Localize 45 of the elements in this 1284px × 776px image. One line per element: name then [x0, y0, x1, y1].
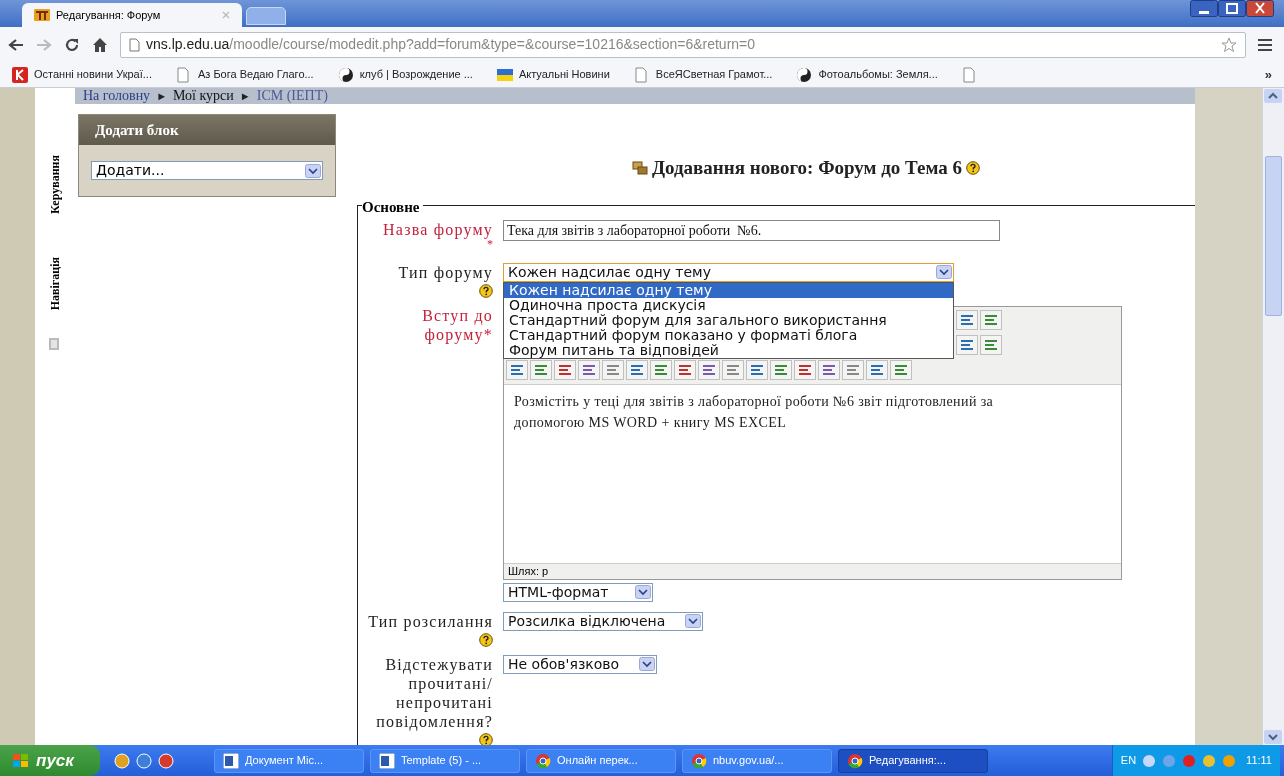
taskbar-button[interactable]: Онлайн перек...	[526, 748, 676, 773]
clock: 11:11	[1246, 753, 1272, 769]
bookmark-item[interactable]: ВсеЯСветная Грамот...	[629, 64, 777, 85]
taskbar-button[interactable]: Редагування:...	[838, 748, 988, 773]
editor-path-bar: Шлях: p	[504, 562, 1121, 579]
editor-content: Розмістіть у теці для звітів з лабораторної роботи №6 звіт підготовлений за допомогою MS WORD + книгу MS EXCEL	[513, 392, 995, 432]
tab-title: Редагування: Форум	[56, 7, 161, 23]
block-title: Додати блок	[79, 115, 335, 145]
bookmark-item[interactable]: Аз Бога Ведаю Глаго...	[171, 64, 318, 85]
select-field[interactable]: HTML-формат	[503, 582, 653, 602]
field-label: Тип розсилання	[368, 611, 493, 631]
url-text: vns.lp.edu.ua/moodle/course/modedit.php?add=forum&type=&course=10216&section=6&return=0	[146, 35, 756, 54]
add-block-select[interactable]: Додати...	[91, 161, 323, 180]
bookmark-item[interactable]: Фотоальбомы: Земля...	[792, 64, 942, 85]
taskbar-button[interactable]: nbuv.gov.ua/...	[682, 748, 832, 773]
bookmark-item[interactable]: клуб | Возрождение ...	[333, 64, 477, 85]
page-heading: Додавання нового: Форум до Тема 6	[651, 156, 962, 180]
bookmark-item[interactable]: Актуальні Новини	[492, 64, 614, 85]
taskbar-button[interactable]: Документ Mic...	[214, 748, 364, 773]
breadcrumb-link[interactable]: Мої курси	[173, 88, 234, 104]
start-button[interactable]: пуск	[0, 745, 100, 776]
dropdown-option[interactable]: Форум питань та відповідей	[504, 342, 953, 358]
field-label: Тип форуму	[398, 262, 493, 282]
dropdown-option[interactable]: Стандартний форум показано у форматі блога	[504, 327, 953, 343]
select-field[interactable]: Кожен надсилає одну тему	[503, 262, 954, 282]
required-mark: *	[487, 238, 493, 249]
bookmark-item[interactable]: Останні новини Украї...	[8, 64, 156, 85]
taskbar-button[interactable]: Template (5) - ...	[370, 748, 520, 773]
select-field[interactable]: Розсилка відключена	[503, 611, 704, 631]
breadcrumb-link[interactable]: ІСМ (ІЕПТ)	[256, 88, 328, 104]
text-input-field[interactable]: Тека для звітів з лабораторної роботи №6.	[503, 219, 1000, 241]
side-tab[interactable]: Керування	[35, 134, 75, 234]
breadcrumb-separator: ►	[239, 89, 251, 103]
field-label: Відстежувати прочитані/ непрочитані повідомлення?	[375, 654, 493, 731]
browser-tab[interactable]: Редагування: Форум	[22, 3, 242, 27]
field-label: Вступ до форуму*	[421, 305, 493, 344]
breadcrumb-separator: ►	[156, 89, 167, 103]
select-field[interactable]: Не обов'язково	[503, 654, 658, 674]
dropdown-option[interactable]: Стандартний форум для загального використання	[504, 312, 953, 328]
dropdown-option[interactable]: Кожен надсилає одну тему	[504, 282, 953, 298]
breadcrumb-link[interactable]: На головну	[83, 88, 151, 104]
more-bookmarks-button[interactable]: »	[1264, 64, 1272, 85]
address-bar[interactable]: vns.lp.edu.ua/moodle/course/modedit.php?add=forum&type=&course=10216&section=6&return=0	[120, 31, 1246, 58]
field-label: Назва форуму	[383, 219, 493, 239]
side-tab[interactable]: Навігація	[35, 234, 75, 334]
